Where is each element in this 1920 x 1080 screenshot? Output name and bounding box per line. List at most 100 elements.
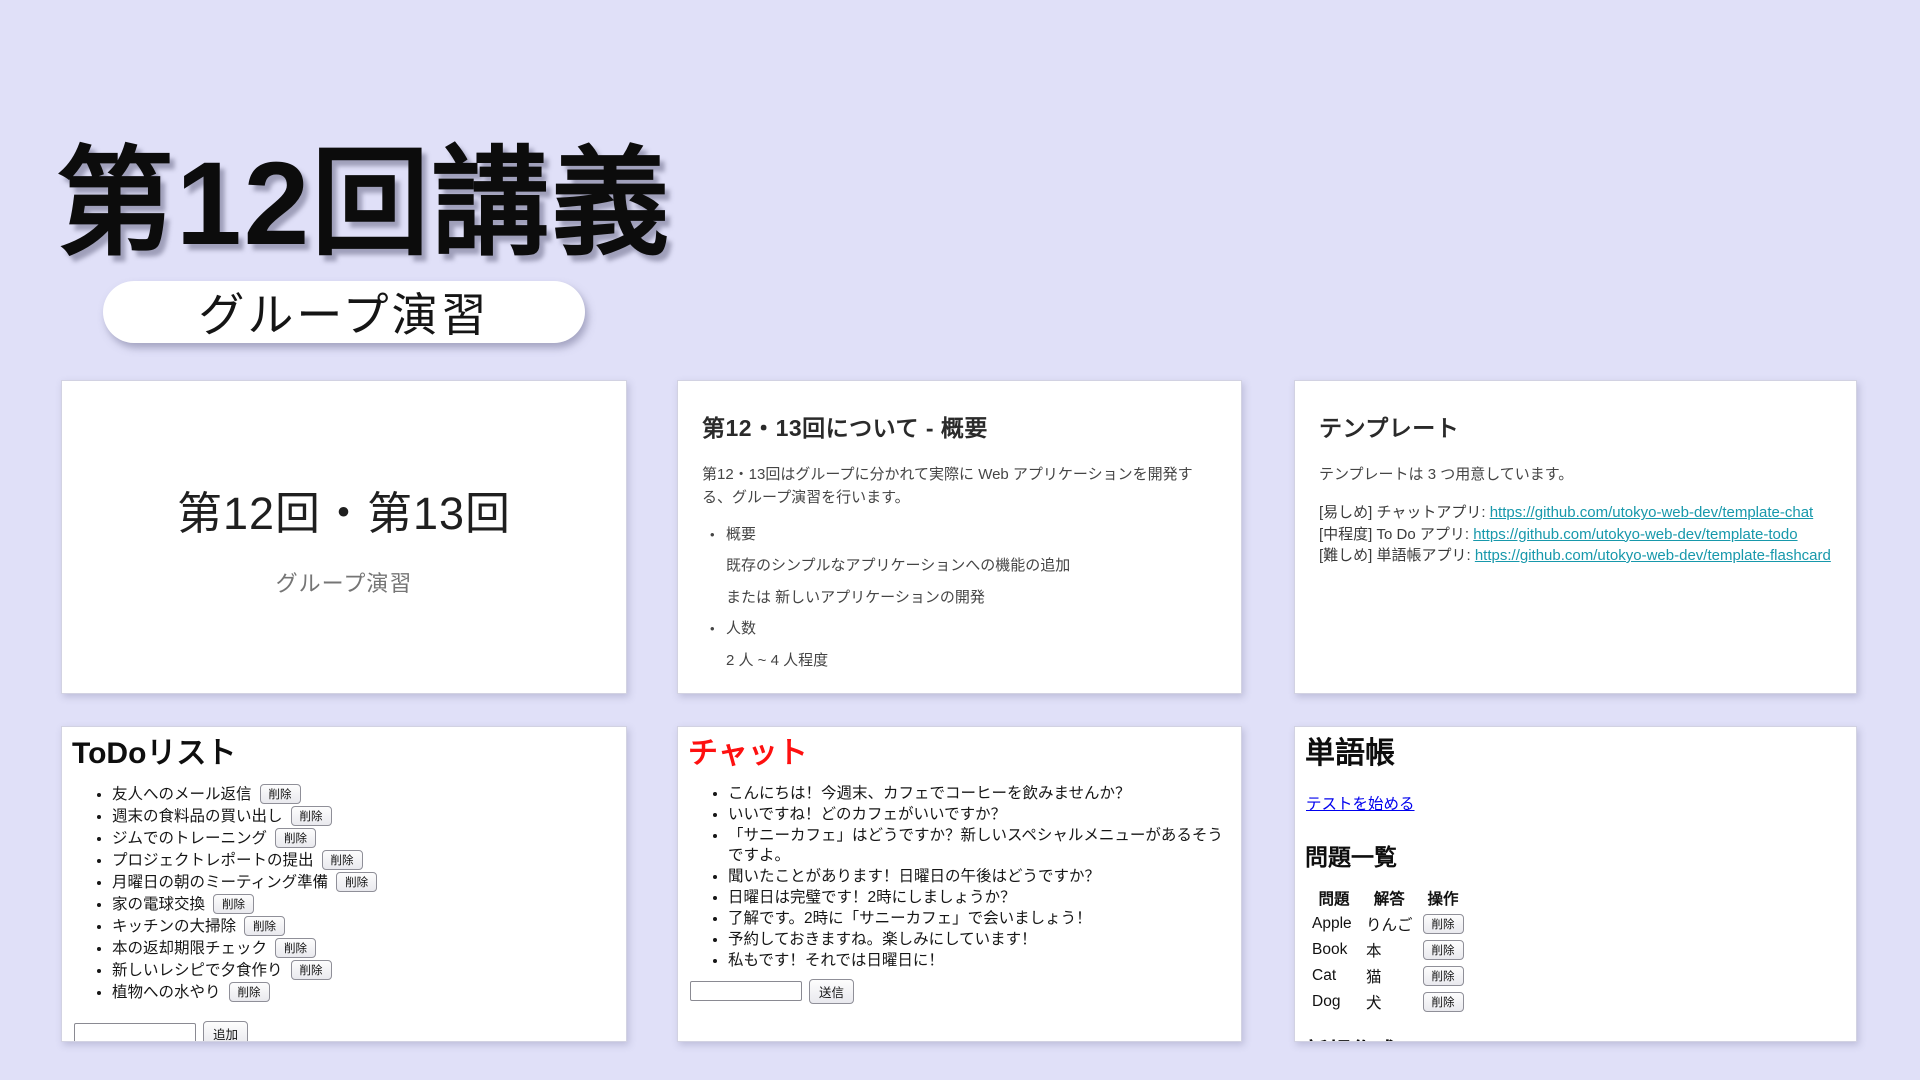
delete-button[interactable]: 削除 — [336, 872, 377, 892]
todo-item: 本の返却期限チェック削除 — [112, 938, 616, 959]
delete-button[interactable]: 削除 — [322, 850, 363, 870]
todo-item-text: キッチンの大掃除 — [112, 918, 236, 935]
list-item: 概要 既存のシンプルなアプリケーションへの機能の追加 または 新しいアプリケーシ… — [702, 524, 1217, 610]
delete-button[interactable]: 削除 — [1423, 914, 1464, 934]
todo-item: 家の電球交換削除 — [112, 894, 616, 915]
template-heading: テンプレート — [1319, 409, 1832, 443]
cell-answer: 猫 — [1362, 964, 1417, 988]
table-header-row: 問題 解答 操作 — [1308, 886, 1468, 910]
delete-button[interactable]: 削除 — [229, 982, 270, 1002]
question-list-heading: 問題一覧 — [1305, 838, 1846, 872]
cell-answer: 本 — [1362, 938, 1417, 962]
delete-button[interactable]: 削除 — [291, 806, 332, 826]
chat-message: 私もです！それでは日曜日に！ — [728, 951, 1231, 971]
cell-answer: 犬 — [1362, 990, 1417, 1014]
chat-app-panel: チャット こんにちは！今週末、カフェでコーヒーを飲みませんか？ いいですね！どの… — [677, 726, 1242, 1042]
todo-item-text: 植物への水やり — [112, 984, 221, 1001]
chat-message: いいですね！どのカフェがいいですか？ — [728, 805, 1231, 825]
chat-message: 了解です。2時に「サニーカフェ」で会いましょう！ — [728, 909, 1231, 929]
template-intro: テンプレートは 3 つ用意しています。 — [1319, 463, 1824, 486]
todo-input[interactable] — [74, 1023, 196, 1042]
todo-item: 友人へのメール返信削除 — [112, 784, 616, 805]
delete-button[interactable]: 削除 — [275, 938, 316, 958]
chat-message: 予約しておきますね。楽しみにしています！ — [728, 930, 1231, 950]
cell-answer: りんご — [1362, 912, 1417, 936]
list-item: 人数 2 人 ~ 4 人程度 — [702, 618, 1217, 672]
flashcard-heading: 単語帳 — [1305, 737, 1846, 772]
bullet-label: 人数 — [702, 618, 1217, 641]
col-answer: 解答 — [1362, 886, 1417, 910]
overview-intro: 第12・13回はグループに分かれて実際に Web アプリケーションを開発する、グ… — [702, 463, 1207, 510]
delete-button[interactable]: 削除 — [275, 828, 316, 848]
page-title: 第12回講義 — [56, 137, 671, 273]
cell-question: Dog — [1308, 990, 1360, 1014]
table-row: Apple りんご 削除 — [1308, 912, 1468, 936]
chat-message: 聞いたことがあります！日曜日の午後はどうですか？ — [728, 867, 1231, 887]
template-links: [易しめ] チャットアプリ: https://github.com/utokyo… — [1319, 502, 1832, 566]
group-exercise-badge: グループ演習 — [103, 281, 585, 343]
add-button[interactable]: 追加 — [203, 1021, 248, 1043]
table-row: Book 本 削除 — [1308, 938, 1468, 962]
flashcard-app-panel: 単語帳 テストを始める 問題一覧 問題 解答 操作 Apple りんご 削除 B… — [1294, 726, 1857, 1042]
flashcard-table: 問題 解答 操作 Apple りんご 削除 Book 本 削除 Cat 猫 削除 — [1306, 884, 1470, 1016]
start-test-link[interactable]: テストを始める — [1306, 792, 1415, 814]
slide-title: 第12回・第13回 — [177, 477, 511, 542]
template-link-line: [中程度] To Do アプリ: https://github.com/utok… — [1319, 524, 1832, 545]
chat-message-list: こんにちは！今週末、カフェでコーヒーを飲みませんか？ いいですね！どのカフェがい… — [688, 784, 1231, 971]
todo-item-text: 家の電球交換 — [112, 896, 205, 913]
todo-item: 植物への水やり削除 — [112, 982, 616, 1003]
todo-heading: ToDoリスト — [72, 737, 616, 772]
todo-item: 新しいレシピで夕食作り削除 — [112, 960, 616, 981]
todo-item-text: 月曜日の朝のミーティング準備 — [112, 874, 328, 891]
chat-input[interactable] — [690, 981, 802, 1001]
todo-item: キッチンの大掃除削除 — [112, 916, 616, 937]
cell-question: Cat — [1308, 964, 1360, 988]
cell-question: Apple — [1308, 912, 1360, 936]
template-chat-link[interactable]: https://github.com/utokyo-web-dev/templa… — [1490, 504, 1814, 521]
col-question: 問題 — [1308, 886, 1360, 910]
template-link-line: [難しめ] 単語帳アプリ: https://github.com/utokyo-… — [1319, 545, 1832, 566]
template-flashcard-link[interactable]: https://github.com/utokyo-web-dev/templa… — [1475, 547, 1831, 564]
chat-message: 「サニーカフェ」はどうですか？新しいスペシャルメニューがあるそうですよ。 — [728, 826, 1231, 866]
delete-button[interactable]: 削除 — [1423, 940, 1464, 960]
slide-embed-panel: 第12回・第13回 グループ演習 — [61, 380, 627, 694]
template-todo-link[interactable]: https://github.com/utokyo-web-dev/templa… — [1473, 526, 1797, 543]
todo-item-text: 週末の食料品の買い出し — [112, 808, 283, 825]
todo-item-text: ジムでのトレーニング — [112, 830, 267, 847]
chat-send-row: 送信 — [690, 979, 1231, 1004]
delete-button[interactable]: 削除 — [244, 916, 285, 936]
delete-button[interactable]: 削除 — [291, 960, 332, 980]
template-slide-panel: テンプレート テンプレートは 3 つ用意しています。 [易しめ] チャットアプリ… — [1294, 380, 1857, 694]
template-link-prefix: [中程度] To Do アプリ: — [1319, 526, 1473, 543]
todo-item-text: プロジェクトレポートの提出 — [112, 852, 314, 869]
todo-item-text: 本の返却期限チェック — [112, 940, 267, 957]
delete-button[interactable]: 削除 — [213, 894, 254, 914]
overview-slide-panel: 第12・13回について - 概要 第12・13回はグループに分かれて実際に We… — [677, 380, 1242, 694]
bullet-subline: 既存のシンプルなアプリケーションへの機能の追加 — [702, 555, 1217, 578]
col-action: 操作 — [1419, 886, 1468, 910]
bullet-subline: または 新しいアプリケーションの開発 — [702, 587, 1217, 610]
bullet-subline: 2 人 ~ 4 人程度 — [702, 650, 1217, 673]
todo-app-panel: ToDoリスト 友人へのメール返信削除 週末の食料品の買い出し削除 ジムでのトレ… — [61, 726, 627, 1042]
table-row: Cat 猫 削除 — [1308, 964, 1468, 988]
create-heading: 新規作成 — [1305, 1032, 1846, 1043]
delete-button[interactable]: 削除 — [1423, 992, 1464, 1012]
slide-subtitle: グループ演習 — [276, 566, 413, 598]
bullet-label: 概要 — [702, 524, 1217, 547]
send-button[interactable]: 送信 — [809, 979, 854, 1004]
chat-message: こんにちは！今週末、カフェでコーヒーを飲みませんか？ — [728, 784, 1231, 804]
template-link-line: [易しめ] チャットアプリ: https://github.com/utokyo… — [1319, 502, 1832, 523]
template-link-prefix: [易しめ] チャットアプリ: — [1319, 504, 1490, 521]
todo-item-text: 友人へのメール返信 — [112, 786, 252, 803]
todo-item-text: 新しいレシピで夕食作り — [112, 962, 283, 979]
todo-item: 月曜日の朝のミーティング準備削除 — [112, 872, 616, 893]
table-row: Dog 犬 削除 — [1308, 990, 1468, 1014]
todo-item: ジムでのトレーニング削除 — [112, 828, 616, 849]
delete-button[interactable]: 削除 — [260, 784, 301, 804]
todo-item: プロジェクトレポートの提出削除 — [112, 850, 616, 871]
todo-list: 友人へのメール返信削除 週末の食料品の買い出し削除 ジムでのトレーニング削除 プ… — [72, 784, 616, 1003]
todo-add-row: 追加 — [74, 1021, 616, 1043]
delete-button[interactable]: 削除 — [1423, 966, 1464, 986]
cell-question: Book — [1308, 938, 1360, 962]
overview-list: 概要 既存のシンプルなアプリケーションへの機能の追加 または 新しいアプリケーシ… — [702, 524, 1217, 673]
